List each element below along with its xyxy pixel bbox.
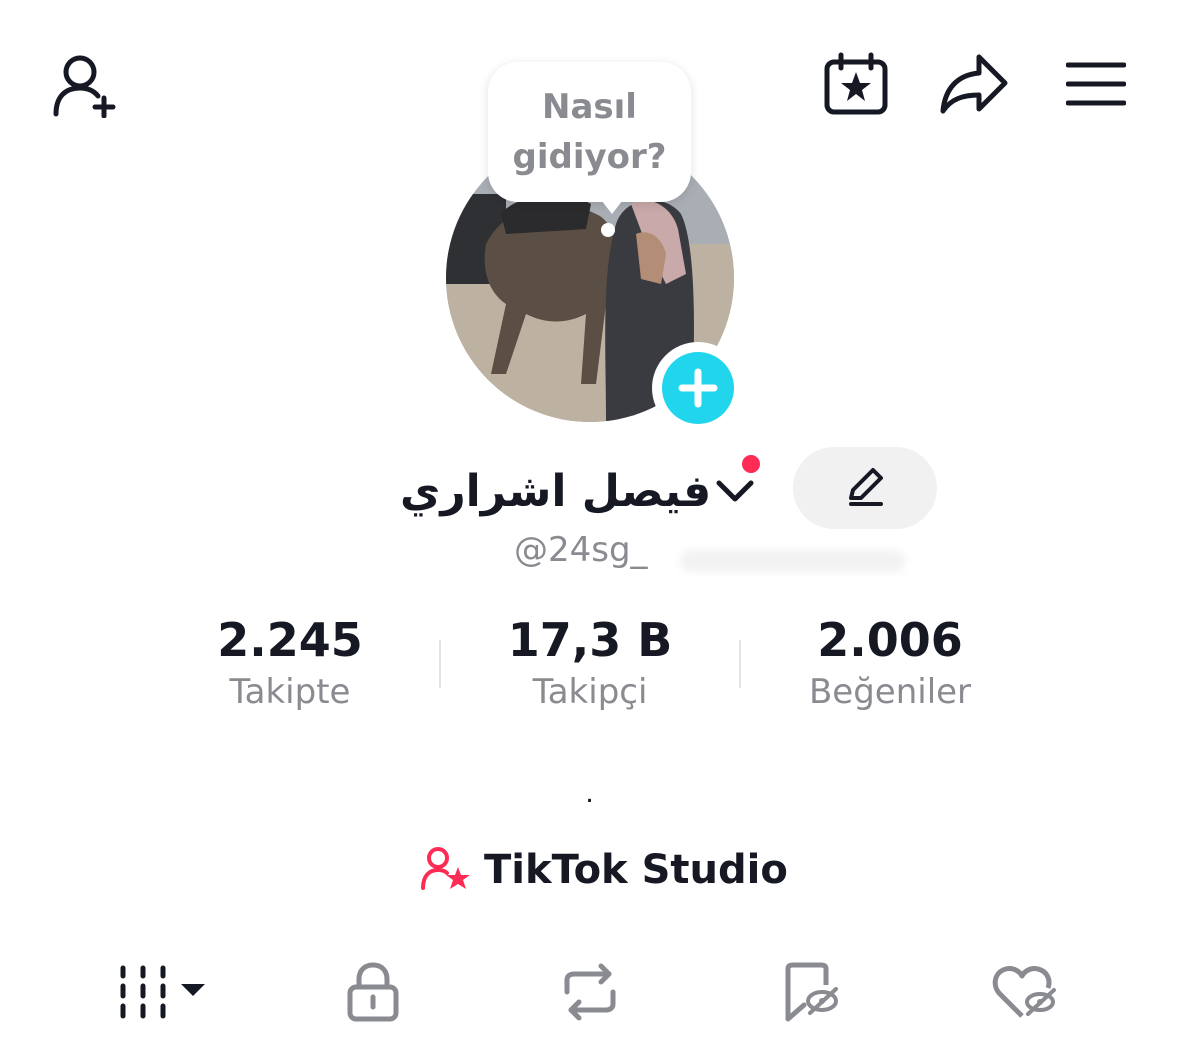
stat-label: Takipte bbox=[229, 672, 351, 712]
repost-icon bbox=[557, 962, 623, 1027]
lock-icon bbox=[345, 961, 401, 1028]
creator-star-icon bbox=[420, 845, 472, 896]
bio-text: . bbox=[585, 776, 594, 809]
heart-hidden-icon bbox=[992, 962, 1058, 1027]
tiktok-studio-link[interactable]: TikTok Studio bbox=[420, 842, 788, 898]
pencil-icon bbox=[843, 464, 887, 513]
plus-icon bbox=[662, 352, 734, 424]
stat-following[interactable]: 2.245 Takipte bbox=[140, 610, 440, 714]
stat-label: Beğeniler bbox=[808, 672, 972, 712]
share-icon[interactable] bbox=[934, 48, 1014, 120]
stat-followers[interactable]: 17,3 B Takipçi bbox=[440, 610, 740, 714]
calendar-star-icon[interactable] bbox=[818, 48, 894, 120]
stat-value: 2.006 bbox=[817, 613, 963, 667]
tab-private[interactable] bbox=[318, 956, 428, 1032]
videos-grid-icon bbox=[109, 962, 209, 1027]
bubble-text: Nasıl gidiyor? bbox=[512, 87, 667, 177]
stat-value: 17,3 B bbox=[507, 613, 673, 667]
bubble-dot bbox=[601, 223, 615, 237]
stat-label: Takipçi bbox=[532, 672, 648, 712]
account-switcher[interactable]: فيصل اشراري bbox=[400, 456, 755, 526]
stat-value: 2.245 bbox=[217, 613, 363, 667]
add-friend-icon[interactable] bbox=[44, 46, 124, 122]
add-avatar-button[interactable] bbox=[652, 342, 744, 434]
tab-reposts[interactable] bbox=[535, 956, 645, 1032]
notification-dot bbox=[739, 452, 763, 476]
chevron-down-icon bbox=[715, 477, 755, 505]
display-name: فيصل اشراري bbox=[400, 465, 712, 517]
status-bubble[interactable]: Nasıl gidiyor? bbox=[488, 62, 691, 202]
username-handle: @24sg_ bbox=[514, 530, 648, 570]
bookmark-hidden-icon bbox=[780, 961, 840, 1028]
handle-redaction bbox=[680, 550, 905, 572]
studio-label: TikTok Studio bbox=[484, 847, 788, 893]
tab-favorites[interactable] bbox=[755, 956, 865, 1032]
edit-profile-button[interactable] bbox=[793, 447, 937, 529]
profile-page: Nasıl gidiyor? فيصل اشراري @24sg_ 2.245 … bbox=[0, 0, 1179, 1046]
tab-liked[interactable] bbox=[970, 956, 1080, 1032]
stat-likes[interactable]: 2.006 Beğeniler bbox=[740, 610, 1040, 714]
tab-videos[interactable] bbox=[104, 956, 214, 1032]
bubble-tail bbox=[598, 196, 626, 214]
menu-icon[interactable] bbox=[1060, 52, 1132, 116]
